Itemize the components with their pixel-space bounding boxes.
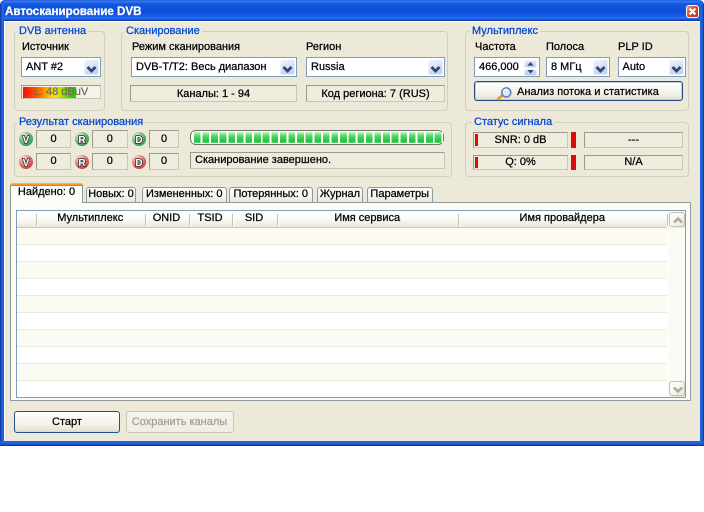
svg-text:R: R — [78, 135, 86, 146]
svg-text:V: V — [22, 135, 29, 146]
svg-text:V: V — [22, 158, 29, 169]
svg-text:D: D — [135, 135, 142, 146]
svg-text:R: R — [78, 158, 86, 169]
svg-text:D: D — [135, 158, 142, 169]
